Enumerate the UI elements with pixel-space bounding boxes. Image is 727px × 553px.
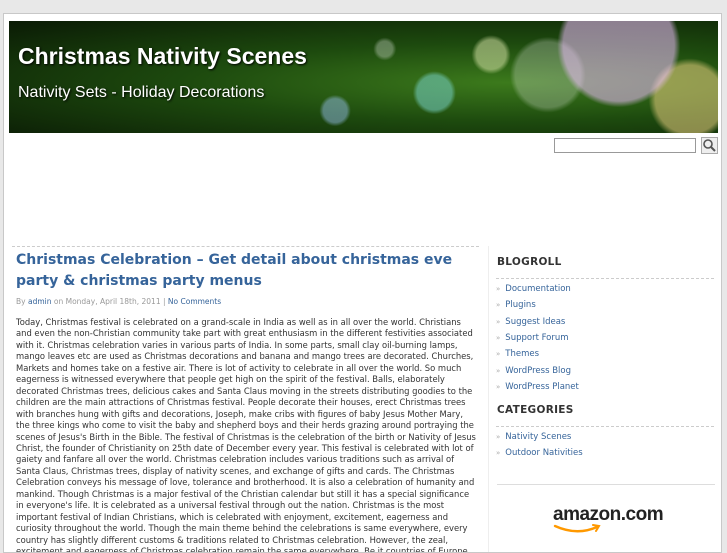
double-arrow-icon: » bbox=[496, 334, 501, 343]
sidebar-link[interactable]: » Suggest Ideas bbox=[496, 314, 714, 330]
double-arrow-icon: » bbox=[496, 449, 501, 458]
sidebar-link-label: Nativity Scenes bbox=[505, 432, 572, 442]
sidebar-link-label: WordPress Planet bbox=[505, 382, 579, 393]
comments-link[interactable]: No Comments bbox=[168, 297, 221, 306]
sidebar-link-label: Support Forum bbox=[505, 333, 569, 344]
sidebar-link[interactable]: » Plugins bbox=[496, 297, 714, 313]
sidebar-link-label: Outdoor Nativities bbox=[505, 448, 583, 459]
site-title[interactable]: Christmas Nativity Scenes bbox=[18, 43, 307, 70]
author-link[interactable]: admin bbox=[28, 297, 52, 306]
sidebar: BLOGROLL » Documentation » Plugins » Suggest … bbox=[488, 246, 719, 552]
double-arrow-icon: » bbox=[496, 350, 501, 359]
sidebar-link[interactable]: » WordPress Planet bbox=[496, 379, 714, 395]
meta-by: By bbox=[16, 297, 26, 306]
post-body: Today, Christmas festival is celebrated … bbox=[16, 317, 476, 553]
amazon-ad[interactable]: amazon.com bbox=[497, 484, 715, 552]
double-arrow-icon: » bbox=[496, 433, 501, 441]
categories-list: » Nativity Scenes » Outdoor Nativities bbox=[496, 429, 714, 462]
double-arrow-icon: » bbox=[496, 317, 501, 326]
amazon-logo: amazon.com bbox=[553, 504, 664, 525]
meta-date: on Monday, April 18th, 2011 | bbox=[53, 297, 166, 306]
sidebar-link-label: WordPress Blog bbox=[505, 365, 572, 376]
sidebar-link[interactable]: » WordPress Blog bbox=[496, 363, 714, 379]
divider bbox=[496, 426, 714, 427]
post-title[interactable]: Christmas Celebration – Get detail about… bbox=[16, 250, 476, 292]
magnifier-icon bbox=[703, 139, 716, 152]
sidebar-link-label: Suggest Ideas bbox=[505, 316, 566, 327]
sidebar-link[interactable]: » Support Forum bbox=[496, 330, 714, 346]
header-banner: Christmas Nativity Scenes Nativity Sets … bbox=[9, 21, 718, 133]
search-button[interactable] bbox=[701, 137, 718, 154]
divider bbox=[496, 278, 714, 279]
sidebar-link[interactable]: » Themes bbox=[496, 346, 714, 362]
search-input[interactable] bbox=[554, 138, 696, 153]
double-arrow-icon: » bbox=[496, 366, 501, 375]
sidebar-link-label: Documentation bbox=[505, 284, 571, 294]
sidebar-link[interactable]: » Outdoor Nativities bbox=[496, 445, 714, 461]
post-meta: By admin on Monday, April 18th, 2011 | N… bbox=[16, 297, 221, 306]
site-description: Nativity Sets - Holiday Decorations bbox=[18, 84, 265, 101]
sidebar-link-label: Plugins bbox=[505, 300, 536, 311]
sidebar-link[interactable]: » Documentation bbox=[496, 281, 714, 297]
main-content: Christmas Celebration – Get detail about… bbox=[12, 246, 479, 553]
double-arrow-icon: » bbox=[496, 285, 501, 293]
amazon-smile-icon bbox=[553, 524, 601, 533]
blogroll-heading: BLOGROLL bbox=[497, 256, 562, 268]
page: Christmas Nativity Scenes Nativity Sets … bbox=[3, 13, 722, 553]
sidebar-link[interactable]: » Nativity Scenes bbox=[496, 429, 714, 445]
blogroll-list: » Documentation » Plugins » Suggest Ideas » Sup… bbox=[496, 281, 714, 395]
double-arrow-icon: » bbox=[496, 301, 501, 310]
sidebar-link-label: Themes bbox=[505, 349, 540, 360]
divider bbox=[12, 246, 479, 247]
double-arrow-icon: » bbox=[496, 383, 501, 392]
categories-heading: CATEGORIES bbox=[497, 404, 574, 416]
